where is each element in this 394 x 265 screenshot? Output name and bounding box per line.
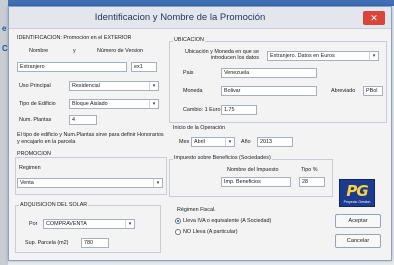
dialog-title: Identificacion y Nombre de la Promoción	[94, 12, 266, 23]
impuesto-title: Impuesto sobre Beneficios (Sociedades)	[173, 155, 272, 161]
cancel-button[interactable]: Cancelar	[335, 234, 381, 248]
fiscal-no-iva-label: NO Lleva (A particular)	[183, 229, 238, 235]
close-icon: ✕	[370, 13, 378, 23]
background-text-2: C	[2, 44, 8, 53]
promocion-group	[15, 157, 167, 195]
y-label: y	[73, 48, 76, 54]
anio-input[interactable]: 2013	[257, 137, 293, 147]
accept-button[interactable]: Aceptar	[335, 214, 381, 228]
logo-text: PG	[346, 182, 368, 200]
uso-principal-label: Uso Principal	[19, 83, 51, 89]
tipo-edificio-label: Tipo de Edificio	[19, 101, 56, 107]
uso-principal-select[interactable]: Residencial ▾	[69, 81, 159, 91]
mes-select[interactable]: Abril ▾	[191, 137, 235, 147]
sup-parcela-input[interactable]: 780	[81, 238, 109, 248]
chevron-down-icon: ▾	[149, 100, 158, 108]
numero-version-label: Número de Version	[97, 48, 144, 54]
cambio-input[interactable]: 1.75	[221, 105, 257, 115]
por-label: Por	[29, 221, 38, 227]
regimen-select[interactable]: Venta ▾	[17, 178, 163, 188]
chevron-down-icon: ▾	[125, 220, 134, 228]
tipo-porcentaje-label: Tipo %	[301, 167, 318, 173]
num-plantas-label: Num. Plantas	[19, 117, 52, 123]
tipo-edificio-value: Bloque Aislado	[72, 101, 108, 107]
nombre-input[interactable]: Extranjero	[17, 62, 127, 72]
por-value: COMPRAVENTA	[46, 221, 87, 227]
ubicacion-label: Ubicación y Moneda en que se introducen …	[184, 49, 259, 61]
pais-input[interactable]: Venezuela	[221, 68, 317, 78]
regimen-value: Venta	[20, 180, 34, 186]
solar-title: ADQUISICION DEL SOLAR	[19, 202, 89, 208]
chevron-down-icon: ▾	[225, 138, 234, 146]
moneda-input[interactable]: Bolivar	[221, 86, 317, 96]
tipo-edificio-select[interactable]: Bloque Aislado ▾	[69, 99, 159, 109]
por-select[interactable]: COMPRAVENTA ▾	[43, 219, 135, 229]
chevron-down-icon: ▾	[369, 52, 378, 60]
inicio-title: Inicio de la Operación	[173, 125, 226, 131]
ubicacion-title: UBICACION	[173, 37, 205, 43]
ubicacion-select[interactable]: Extranjero. Datos en Euros ▾	[267, 51, 379, 61]
version-input[interactable]: ex1	[131, 62, 157, 72]
regimen-label: Regimen	[19, 165, 41, 171]
nombre-impuesto-input[interactable]: Imp. Beneficios	[221, 177, 291, 187]
uso-principal-value: Residencial	[72, 83, 100, 89]
mes-label: Mes	[179, 139, 190, 145]
regimen-fiscal-title: Régimen Fiscal.	[177, 207, 216, 213]
fiscal-iva-radio[interactable]	[175, 218, 181, 224]
title-bar: Identificacion y Nombre de la Promoción …	[9, 7, 391, 29]
ubicacion-value: Extranjero. Datos en Euros	[270, 53, 335, 59]
tipo-note: El tipo de edificio y Num.Plantas sirve …	[17, 132, 164, 145]
dialog: Identificacion y Nombre de la Promoción …	[8, 6, 392, 261]
abreviado-input[interactable]: PBol	[363, 86, 383, 96]
mes-value: Abril	[194, 139, 205, 145]
chevron-down-icon: ▾	[153, 179, 162, 187]
pais-label: Pais	[183, 70, 194, 76]
num-plantas-input[interactable]: 4	[69, 115, 97, 125]
fiscal-iva-label: Lleva IVA o equivalente (A Sociedad)	[183, 218, 272, 224]
nombre-label: Nombre	[29, 48, 49, 54]
sup-parcela-label: Sup. Parcela (m2)	[25, 240, 69, 246]
anio-label: Año	[241, 139, 251, 145]
cambio-label: Cambio: 1 Euro	[183, 107, 221, 113]
logo-subtext: Proyecto Gestion	[343, 200, 371, 204]
abreviado-label: Abreviado	[331, 88, 356, 94]
moneda-label: Moneda	[183, 88, 203, 94]
identification-title: IDENTIFICACION: Promocion en el EXTERIOR	[17, 35, 132, 41]
chevron-down-icon: ▾	[149, 82, 158, 90]
company-logo: PG Proyecto Gestion	[339, 179, 375, 207]
tipo-porcentaje-input[interactable]: 28	[299, 177, 325, 187]
background-window-strip	[0, 0, 8, 265]
background-text-1: e	[2, 24, 7, 33]
fiscal-no-iva-radio[interactable]	[175, 229, 181, 235]
nombre-impuesto-label: Nombre del Impuesto	[227, 167, 279, 173]
close-button[interactable]: ✕	[363, 11, 385, 25]
